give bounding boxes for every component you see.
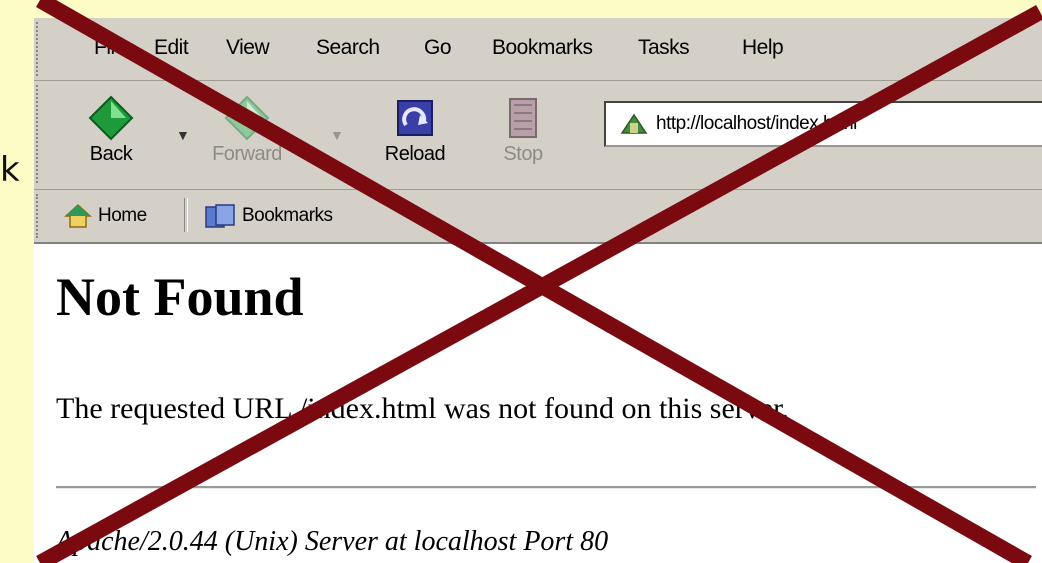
menu-bar: File Edit View Search Go Bookmarks Tasks… bbox=[34, 18, 1042, 81]
menu-go[interactable]: Go bbox=[424, 36, 452, 60]
home-icon bbox=[64, 203, 92, 228]
back-arrow-icon bbox=[88, 95, 134, 141]
stop-icon bbox=[509, 98, 537, 138]
forward-label: Forward bbox=[212, 143, 282, 165]
menu-file[interactable]: File bbox=[94, 36, 126, 60]
menu-bookmarks[interactable]: Bookmarks bbox=[492, 36, 593, 60]
personal-toolbar: Home Bookmarks bbox=[34, 190, 1042, 244]
menu-tasks[interactable]: Tasks bbox=[638, 36, 690, 60]
forward-arrow-icon bbox=[224, 95, 270, 141]
home-button[interactable]: Home bbox=[64, 200, 147, 232]
toolbar-grip[interactable] bbox=[36, 85, 44, 183]
bookmarks-icon bbox=[205, 204, 235, 228]
url-bar[interactable] bbox=[604, 101, 1042, 147]
error-message: The requested URL /index.html was not fo… bbox=[56, 392, 789, 425]
toolbar-separator bbox=[184, 198, 188, 232]
forward-dropdown-icon[interactable]: ▼ bbox=[330, 127, 344, 143]
browser-window: File Edit View Search Go Bookmarks Tasks… bbox=[34, 18, 1042, 563]
edge-text-fragment: k bbox=[0, 150, 20, 190]
reload-label: Reload bbox=[384, 143, 446, 165]
divider bbox=[56, 486, 1036, 489]
bookmarks-button[interactable]: Bookmarks bbox=[204, 200, 333, 232]
toolbar-grip[interactable] bbox=[36, 194, 44, 238]
back-button[interactable]: Back bbox=[66, 89, 156, 181]
url-input[interactable] bbox=[654, 109, 1038, 139]
menu-view[interactable]: View bbox=[226, 36, 270, 60]
forward-button[interactable]: Forward bbox=[202, 89, 292, 181]
stop-button[interactable]: Stop bbox=[478, 89, 568, 181]
navigation-toolbar: Back ▼ Forward ▼ Reload Stop http://loca… bbox=[34, 81, 1042, 190]
menu-search[interactable]: Search bbox=[316, 36, 380, 60]
reload-button[interactable]: Reload bbox=[370, 89, 460, 181]
toolbar-grip[interactable] bbox=[36, 22, 44, 76]
page-content: Not Found The requested URL /index.html … bbox=[34, 244, 1042, 563]
menu-help[interactable]: Help bbox=[742, 36, 784, 60]
server-signature: Apache/2.0.44 (Unix) Server at localhost… bbox=[56, 526, 609, 557]
menu-edit[interactable]: Edit bbox=[154, 36, 189, 60]
back-dropdown-icon[interactable]: ▼ bbox=[176, 127, 190, 143]
back-label: Back bbox=[89, 143, 133, 165]
page-icon bbox=[620, 113, 648, 134]
reload-icon bbox=[397, 100, 433, 136]
bookmarks-label: Bookmarks bbox=[242, 205, 333, 226]
home-label: Home bbox=[98, 205, 147, 226]
stop-label: Stop bbox=[503, 143, 543, 165]
page-heading: Not Found bbox=[56, 267, 304, 327]
